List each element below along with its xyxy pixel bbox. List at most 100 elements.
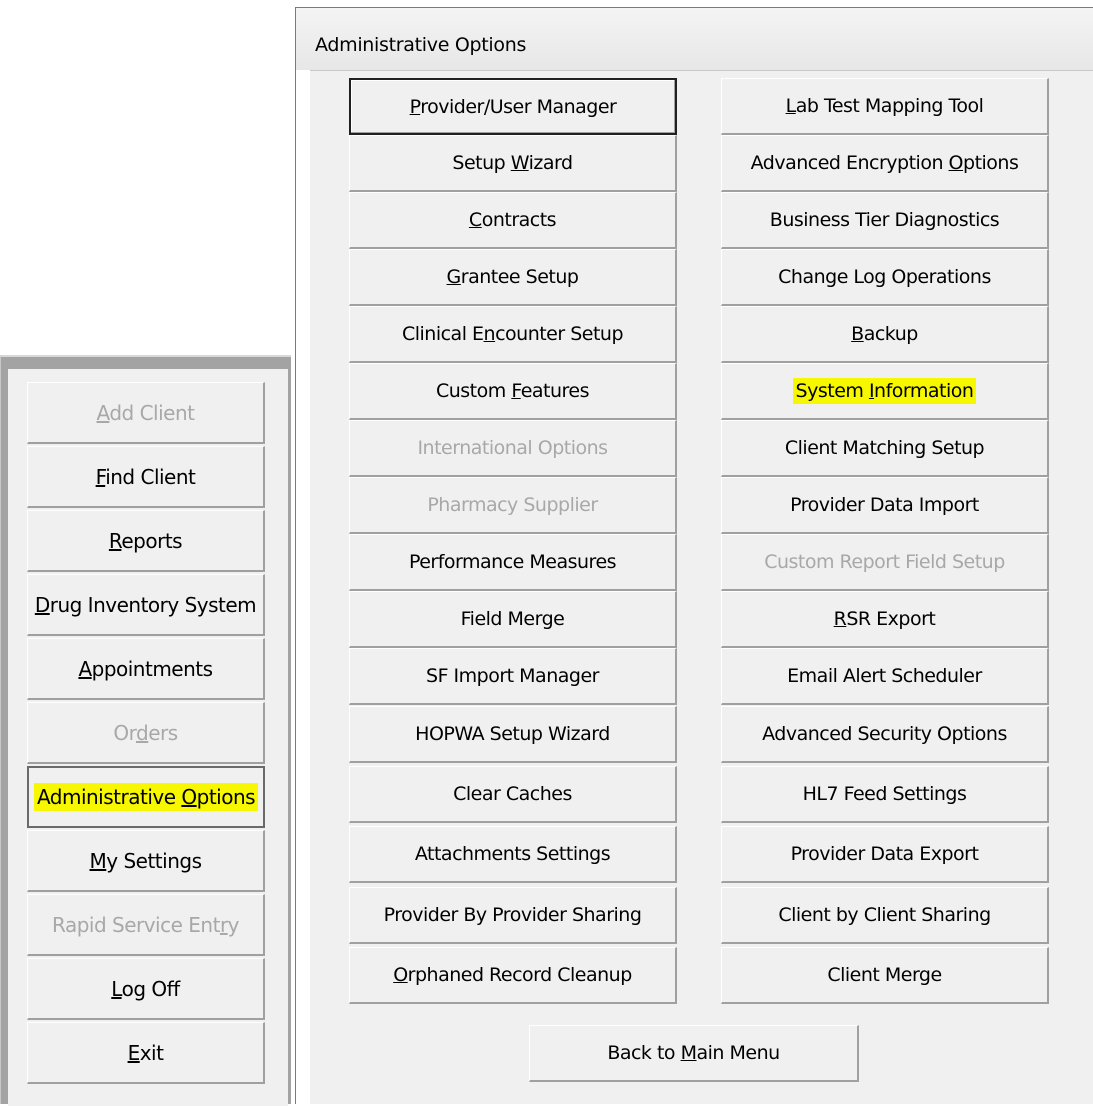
button-label: Administrative Options: [33, 783, 259, 811]
button-label: Client by Client Sharing: [778, 904, 991, 926]
nav-log-off-button[interactable]: Log Off: [27, 958, 265, 1020]
client-merge-button[interactable]: Client Merge: [721, 947, 1049, 1004]
mnemonic-letter: d: [135, 720, 149, 745]
attachments-settings-button[interactable]: Attachments Settings: [349, 826, 677, 883]
label-text: Custom: [435, 380, 512, 402]
button-label: Advanced Encryption Options: [751, 152, 1019, 174]
business-tier-diagnostics-button[interactable]: Business Tier Diagnostics: [721, 192, 1049, 249]
nav-exit-button[interactable]: Exit: [27, 1022, 265, 1084]
label-text: Advanced Security Options: [762, 723, 1007, 745]
mnemonic-letter: M: [89, 848, 107, 873]
mnemonic-letter: F: [511, 380, 521, 402]
advanced-encryption-options-button[interactable]: Advanced Encryption Options: [721, 135, 1049, 192]
pharmacy-supplier-button: Pharmacy Supplier: [349, 477, 677, 534]
clear-caches-button[interactable]: Clear Caches: [349, 766, 677, 823]
button-label: Clear Caches: [453, 783, 572, 805]
backup-button[interactable]: Backup: [721, 306, 1049, 363]
label-text: Provider Data Export: [790, 843, 979, 865]
button-label: Custom Report Field Setup: [764, 551, 1005, 573]
provider-user-manager-button[interactable]: Provider/User Manager: [349, 78, 677, 135]
hl7-feed-settings-button[interactable]: HL7 Feed Settings: [721, 766, 1049, 823]
nav-find-client-button[interactable]: Find Client: [27, 446, 265, 508]
button-label: My Settings: [89, 848, 203, 873]
mnemonic-letter: L: [785, 95, 797, 117]
label-text: ptions: [963, 152, 1019, 174]
button-label: Backup: [851, 323, 918, 345]
label-text: ptions: [196, 785, 256, 809]
nav-appointments-button[interactable]: Appointments: [27, 638, 265, 700]
button-label: SF Import Manager: [426, 665, 599, 687]
label-text: Administrative: [36, 785, 182, 809]
field-merge-button[interactable]: Field Merge: [349, 591, 677, 648]
label-text: rphaned Record Cleanup: [407, 964, 633, 986]
mnemonic-letter: G: [446, 266, 462, 288]
button-label: Clinical Encounter Setup: [402, 323, 624, 345]
mnemonic-letter: B: [851, 323, 864, 345]
label-text: izard: [528, 152, 573, 174]
button-label: Back to Main Menu: [607, 1042, 780, 1064]
system-information-button[interactable]: System Information: [721, 363, 1049, 420]
nav-my-settings-button[interactable]: My Settings: [27, 830, 265, 892]
change-log-operations-button[interactable]: Change Log Operations: [721, 249, 1049, 306]
label-text: dd Client: [109, 400, 195, 425]
hopwa-setup-wizard-button[interactable]: HOPWA Setup Wizard: [349, 706, 677, 763]
dialog-header: Administrative Options: [296, 8, 1093, 70]
provider-data-import-button[interactable]: Provider Data Import: [721, 477, 1049, 534]
contracts-button[interactable]: Contracts: [349, 192, 677, 249]
mnemonic-letter: W: [510, 152, 529, 174]
label-text: ppointments: [91, 656, 213, 681]
label-text: Client Matching Setup: [784, 437, 985, 459]
label-text: rovider/User Manager: [420, 95, 617, 118]
lab-test-mapping-tool-button[interactable]: Lab Test Mapping Tool: [721, 78, 1049, 135]
client-matching-setup-button[interactable]: Client Matching Setup: [721, 420, 1049, 477]
nav-drug-inventory-system-button[interactable]: Drug Inventory System: [27, 574, 265, 636]
provider-data-export-button[interactable]: Provider Data Export: [721, 826, 1049, 883]
button-label: Attachments Settings: [415, 843, 611, 865]
label-text: Client by Client Sharing: [778, 904, 991, 926]
button-label: Find Client: [96, 465, 196, 489]
button-label: Provider Data Import: [790, 494, 979, 516]
email-alert-scheduler-button[interactable]: Email Alert Scheduler: [721, 648, 1049, 705]
back-to-main-menu-button[interactable]: Back to Main Menu: [529, 1025, 859, 1082]
setup-wizard-button[interactable]: Setup Wizard: [349, 135, 677, 192]
button-label: Contracts: [469, 209, 557, 231]
client-by-client-sharing-button[interactable]: Client by Client Sharing: [721, 887, 1049, 944]
grantee-setup-button[interactable]: Grantee Setup: [349, 249, 677, 306]
label-text: eports: [121, 528, 183, 553]
label-text: Provider By Provider Sharing: [383, 904, 642, 926]
button-label: Provider By Provider Sharing: [384, 904, 642, 926]
label-text: rug Inventory System: [49, 592, 257, 617]
button-label: Advanced Security Options: [762, 723, 1007, 745]
button-label: Drug Inventory System: [34, 592, 257, 617]
provider-by-provider-sharing-button[interactable]: Provider By Provider Sharing: [349, 887, 677, 944]
label-text: SR Export: [846, 608, 936, 630]
performance-measures-button[interactable]: Performance Measures: [349, 534, 677, 591]
advanced-security-options-button[interactable]: Advanced Security Options: [721, 706, 1049, 763]
label-text: ackup: [863, 323, 919, 345]
button-label: Provider Data Export: [791, 843, 979, 865]
clinical-encounter-setup-button[interactable]: Clinical Encounter Setup: [349, 306, 677, 363]
orphaned-record-cleanup-button[interactable]: Orphaned Record Cleanup: [349, 947, 677, 1004]
mnemonic-letter: O: [948, 152, 964, 174]
administrative-options-dialog: Administrative Options Provider/User Man…: [295, 7, 1093, 1104]
label-text: ontracts: [481, 209, 557, 231]
button-label: Field Merge: [461, 608, 565, 630]
nav-administrative-options-button[interactable]: Administrative Options: [27, 766, 265, 828]
main-menu-panel: Add Client Find Client Reports Drug Invento…: [0, 355, 291, 1106]
button-label: RSR Export: [834, 608, 936, 630]
rsr-export-button[interactable]: RSR Export: [721, 591, 1049, 648]
button-label: Add Client: [97, 400, 196, 425]
dialog-title: Administrative Options: [315, 34, 527, 56]
custom-features-button[interactable]: Custom Features: [349, 363, 677, 420]
main-menu-buttons: Add Client Find Client Reports Drug Invento…: [8, 369, 288, 1106]
mnemonic-letter: D: [34, 592, 50, 617]
label-text: Or: [113, 720, 136, 745]
button-label: Rapid Service Entry: [52, 913, 240, 937]
sf-import-manager-button[interactable]: SF Import Manager: [349, 648, 677, 705]
label-text: Client Merge: [827, 964, 942, 986]
label-text: og Off: [121, 976, 181, 1001]
mnemonic-letter: A: [78, 656, 92, 681]
button-label: International Options: [417, 437, 608, 459]
nav-reports-button[interactable]: Reports: [27, 510, 265, 572]
label-text: HL7 Feed Settings: [802, 783, 967, 805]
